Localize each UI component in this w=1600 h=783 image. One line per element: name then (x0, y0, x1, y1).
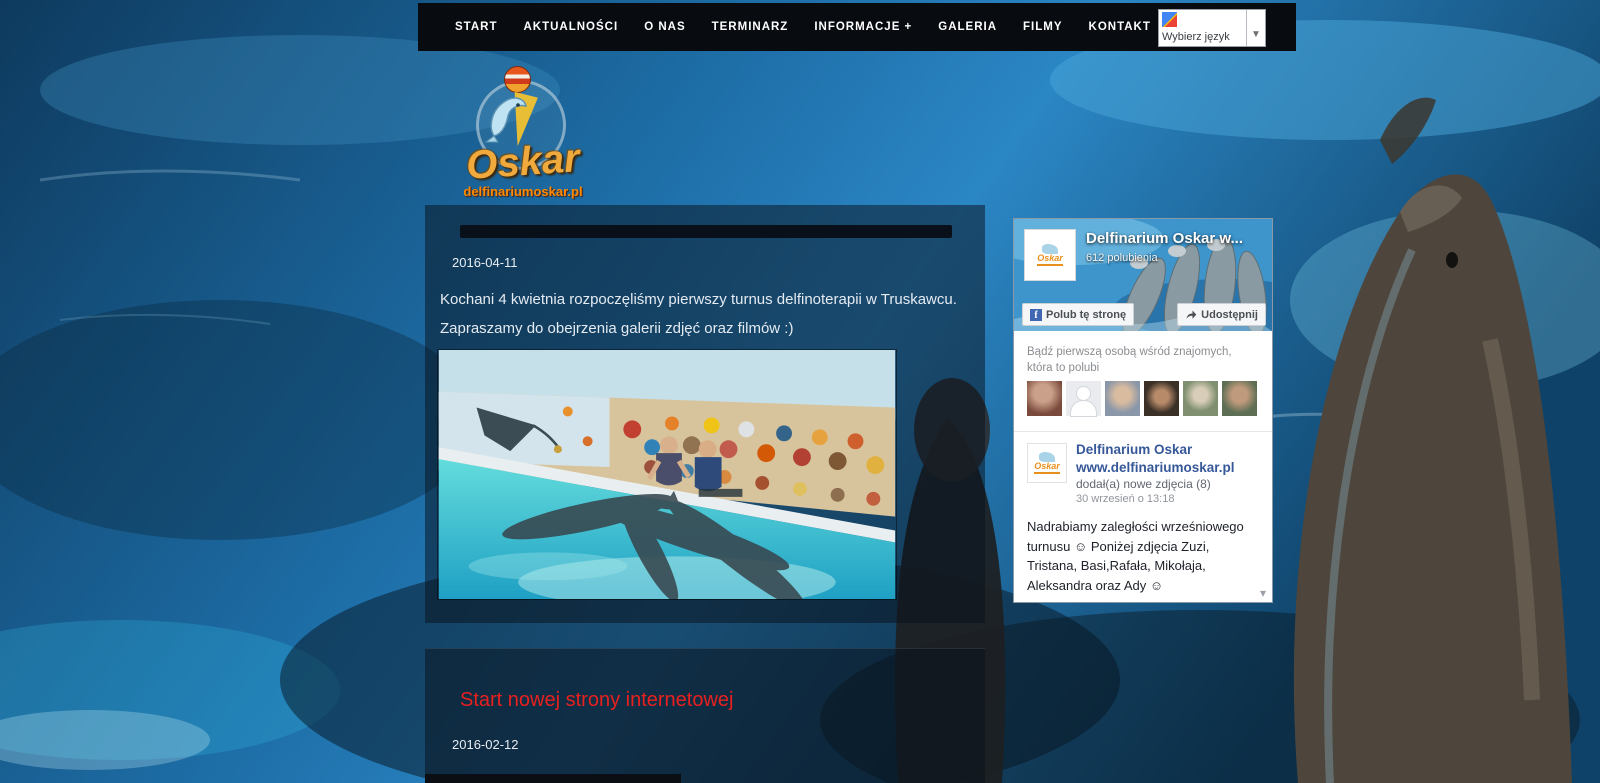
site-logo[interactable]: Oskar delfinariumoskar.pl (438, 60, 608, 192)
facebook-post-action: dodał(a) nowe zdjęcia (8) (1076, 477, 1211, 491)
language-picker-body: Wybierz język (1159, 10, 1246, 46)
facebook-like-count: 612 polubienia (1086, 252, 1158, 264)
facebook-post-author-link[interactable]: Delfinarium Oskar www.delfinariumoskar.p… (1076, 441, 1235, 476)
friend-avatar[interactable] (1105, 381, 1140, 416)
nav-item-start[interactable]: START (442, 11, 510, 43)
top-navbar: START AKTUALNOŚCI O NAS TERMINARZ INFORM… (418, 3, 1296, 51)
facebook-share-button[interactable]: Udostępnij (1177, 303, 1266, 326)
facebook-page-widget: Oskar Delfinarium Oskar w... 612 polubie… (1013, 218, 1273, 603)
language-picker[interactable]: Wybierz język ▼ (1158, 9, 1266, 47)
nav-item-kontakt[interactable]: KONTAKT (1076, 11, 1164, 43)
author-url: www.delfinariumoskar.pl (1076, 459, 1235, 477)
chevron-down-icon[interactable]: ▼ (1246, 10, 1265, 46)
post-2-title-link[interactable]: Start nowej strony internetowej (460, 689, 733, 712)
post-1-photo[interactable] (437, 349, 897, 600)
facebook-page-avatar[interactable]: Oskar (1024, 229, 1076, 281)
share-button-label: Udostępnij (1201, 309, 1258, 321)
pool-photo-graphic (438, 350, 896, 599)
facebook-like-button[interactable]: f Polub tę stronę (1022, 303, 1134, 326)
nav-item-informacje[interactable]: INFORMACJE + (801, 11, 925, 43)
news-post-2: Start nowej strony internetowej 2016-02-… (425, 648, 985, 783)
scroll-chevron-icon[interactable]: ▾ (1260, 586, 1266, 600)
page: START AKTUALNOŚCI O NAS TERMINARZ INFORM… (0, 0, 1600, 783)
facebook-friend-avatars (1027, 381, 1257, 416)
facebook-cover-photo[interactable]: Oskar Delfinarium Oskar w... 612 polubie… (1014, 219, 1272, 331)
divider (1014, 431, 1272, 432)
avatar-underline (1034, 472, 1060, 474)
news-post-1: 2016-04-11 Kochani 4 kwietnia rozpoczęli… (425, 205, 985, 623)
friend-avatar[interactable] (1222, 381, 1257, 416)
facebook-post-timestamp[interactable]: 30 wrzesień o 13:18 (1076, 493, 1174, 505)
friend-avatar[interactable] (1144, 381, 1179, 416)
logo-wordmark: Oskar (437, 134, 610, 191)
avatar-underline (1037, 264, 1063, 266)
nav-item-o-nas[interactable]: O NAS (631, 11, 698, 43)
dolphin-icon (484, 92, 530, 144)
facebook-post-text: Nadrabiamy zaległości wrześniowego turnu… (1027, 517, 1257, 595)
author-name: Delfinarium Oskar (1076, 441, 1235, 459)
facebook-widget-body: Bądź pierwszą osobą wśród znajomych, któ… (1014, 331, 1272, 602)
post-2-bottom-strip (425, 774, 681, 783)
share-icon (1185, 309, 1197, 321)
logo-beach-ball-icon (504, 66, 531, 93)
facebook-friends-prompt: Bądź pierwszą osobą wśród znajomych, któ… (1027, 345, 1255, 376)
nav-item-terminarz[interactable]: TERMINARZ (699, 11, 802, 43)
post-2-date: 2016-02-12 (452, 737, 519, 752)
post-1-paragraph-2: Zapraszamy do obejrzenia galerii zdjęć o… (440, 320, 793, 337)
friend-avatar[interactable] (1183, 381, 1218, 416)
friend-avatar[interactable] (1027, 381, 1062, 416)
facebook-post-avatar[interactable]: Oskar (1027, 443, 1067, 483)
facebook-icon: f (1030, 309, 1042, 321)
nav-item-aktualnosci[interactable]: AKTUALNOŚCI (510, 11, 631, 43)
post-1-date: 2016-04-11 (452, 255, 518, 270)
logo-domain: delfinariumoskar.pl (438, 184, 608, 199)
like-button-label: Polub tę stronę (1046, 309, 1126, 321)
nav-item-galeria[interactable]: GALERIA (925, 11, 1010, 43)
post-1-paragraph-1: Kochani 4 kwietnia rozpoczęliśmy pierwsz… (440, 291, 957, 308)
friend-avatar[interactable] (1066, 381, 1101, 416)
avatar-oskar-text: Oskar (1034, 462, 1060, 471)
google-translate-icon (1162, 12, 1177, 27)
language-picker-label: Wybierz język (1162, 31, 1230, 43)
nav-item-filmy[interactable]: FILMY (1010, 11, 1076, 43)
facebook-page-name[interactable]: Delfinarium Oskar w... (1086, 230, 1243, 247)
avatar-oskar-text: Oskar (1037, 254, 1063, 263)
post-1-title-bar[interactable] (460, 225, 952, 238)
